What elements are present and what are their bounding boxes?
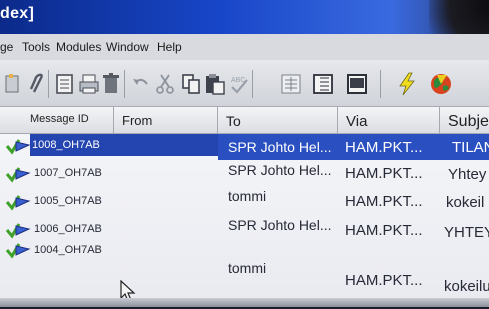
message-row[interactable]: 1007_OH7AB SPR Johto Hel... HAM.PKT... Y… — [0, 162, 489, 188]
sent-message-icon — [5, 193, 31, 211]
sent-message-icon — [5, 241, 31, 259]
title-bar: dex] — [0, 0, 489, 34]
column-header-via[interactable]: Via — [338, 107, 440, 133]
new-icon[interactable] — [2, 72, 24, 96]
message-to: tommi — [228, 188, 267, 204]
window-title: dex] — [0, 5, 35, 22]
print-preview-icon[interactable] — [54, 72, 76, 96]
menu-help[interactable]: Help — [157, 40, 182, 54]
attach-icon[interactable] — [26, 72, 48, 96]
list-view-icon[interactable] — [280, 72, 302, 96]
message-subject: TILAN — [452, 139, 489, 156]
toolbar-separator — [48, 70, 49, 98]
undo-icon[interactable] — [130, 72, 152, 96]
globe-icon[interactable] — [428, 72, 454, 96]
toolbar-separator — [252, 70, 253, 98]
paste-icon[interactable] — [204, 72, 226, 96]
lightning-icon[interactable] — [396, 72, 418, 96]
column-header-subject[interactable]: Subje — [440, 107, 489, 133]
cut-icon[interactable] — [154, 72, 176, 96]
message-via: HAM.PKT... — [345, 272, 423, 289]
message-subject: Yhtey — [448, 166, 487, 183]
message-id: 1008_OH7AB — [32, 139, 100, 151]
message-to: SPR Johto Hel... — [228, 162, 332, 178]
menu-bar: ge Tools Modules Window Help — [0, 34, 489, 60]
sent-message-icon — [5, 221, 31, 239]
spellcheck-icon[interactable]: ABC — [228, 72, 250, 96]
sent-message-icon — [5, 137, 31, 155]
message-row[interactable]: 1008_OH7AB SPR Johto Hel... HAM.PKT... T… — [0, 134, 489, 160]
column-header-row: Message ID From To Via Subje — [0, 107, 489, 134]
print-icon[interactable] — [78, 72, 100, 96]
message-via: HAM.PKT... — [345, 139, 423, 156]
message-id: 1004_OH7AB — [34, 244, 102, 256]
window-bottom-frame — [0, 298, 489, 307]
message-id: 1006_OH7AB — [34, 223, 102, 235]
message-via: HAM.PKT... — [345, 193, 423, 210]
toolbar: ABC — [0, 60, 489, 107]
copy-icon[interactable] — [180, 72, 202, 96]
delete-icon[interactable] — [100, 72, 122, 96]
column-header-from[interactable]: From — [114, 107, 218, 133]
message-list: 1008_OH7AB SPR Johto Hel... HAM.PKT... T… — [0, 134, 489, 307]
menu-tools[interactable]: Tools — [22, 40, 50, 54]
toolbar-separator — [380, 70, 381, 98]
message-id: 1005_OH7AB — [34, 195, 102, 207]
column-header-to[interactable]: To — [218, 107, 338, 133]
message-to: SPR Johto Hel... — [228, 139, 332, 155]
message-via: HAM.PKT... — [345, 222, 423, 239]
sent-message-icon — [5, 165, 31, 183]
toolbar-separator — [124, 70, 125, 98]
message-id: 1007_OH7AB — [34, 167, 102, 179]
message-subject: kokeilu — [444, 278, 489, 295]
window-icon[interactable] — [346, 72, 368, 96]
menu-window[interactable]: Window — [106, 40, 149, 54]
message-row[interactable]: 1004_OH7AB tommi HAM.PKT... kokeilu — [0, 238, 489, 295]
menu-file[interactable]: ge — [0, 40, 13, 54]
message-via: HAM.PKT... — [345, 165, 423, 182]
column-header-message-id[interactable]: Message ID — [0, 107, 114, 133]
message-subject: kokeil — [446, 194, 485, 211]
message-to: SPR Johto Hel... — [228, 217, 332, 233]
message-to: tommi — [228, 260, 267, 276]
menu-modules[interactable]: Modules — [56, 40, 101, 54]
message-row[interactable]: 1005_OH7AB tommi HAM.PKT... kokeil — [0, 188, 489, 216]
title-bar-glare — [429, 0, 489, 34]
detail-view-icon[interactable] — [312, 72, 334, 96]
